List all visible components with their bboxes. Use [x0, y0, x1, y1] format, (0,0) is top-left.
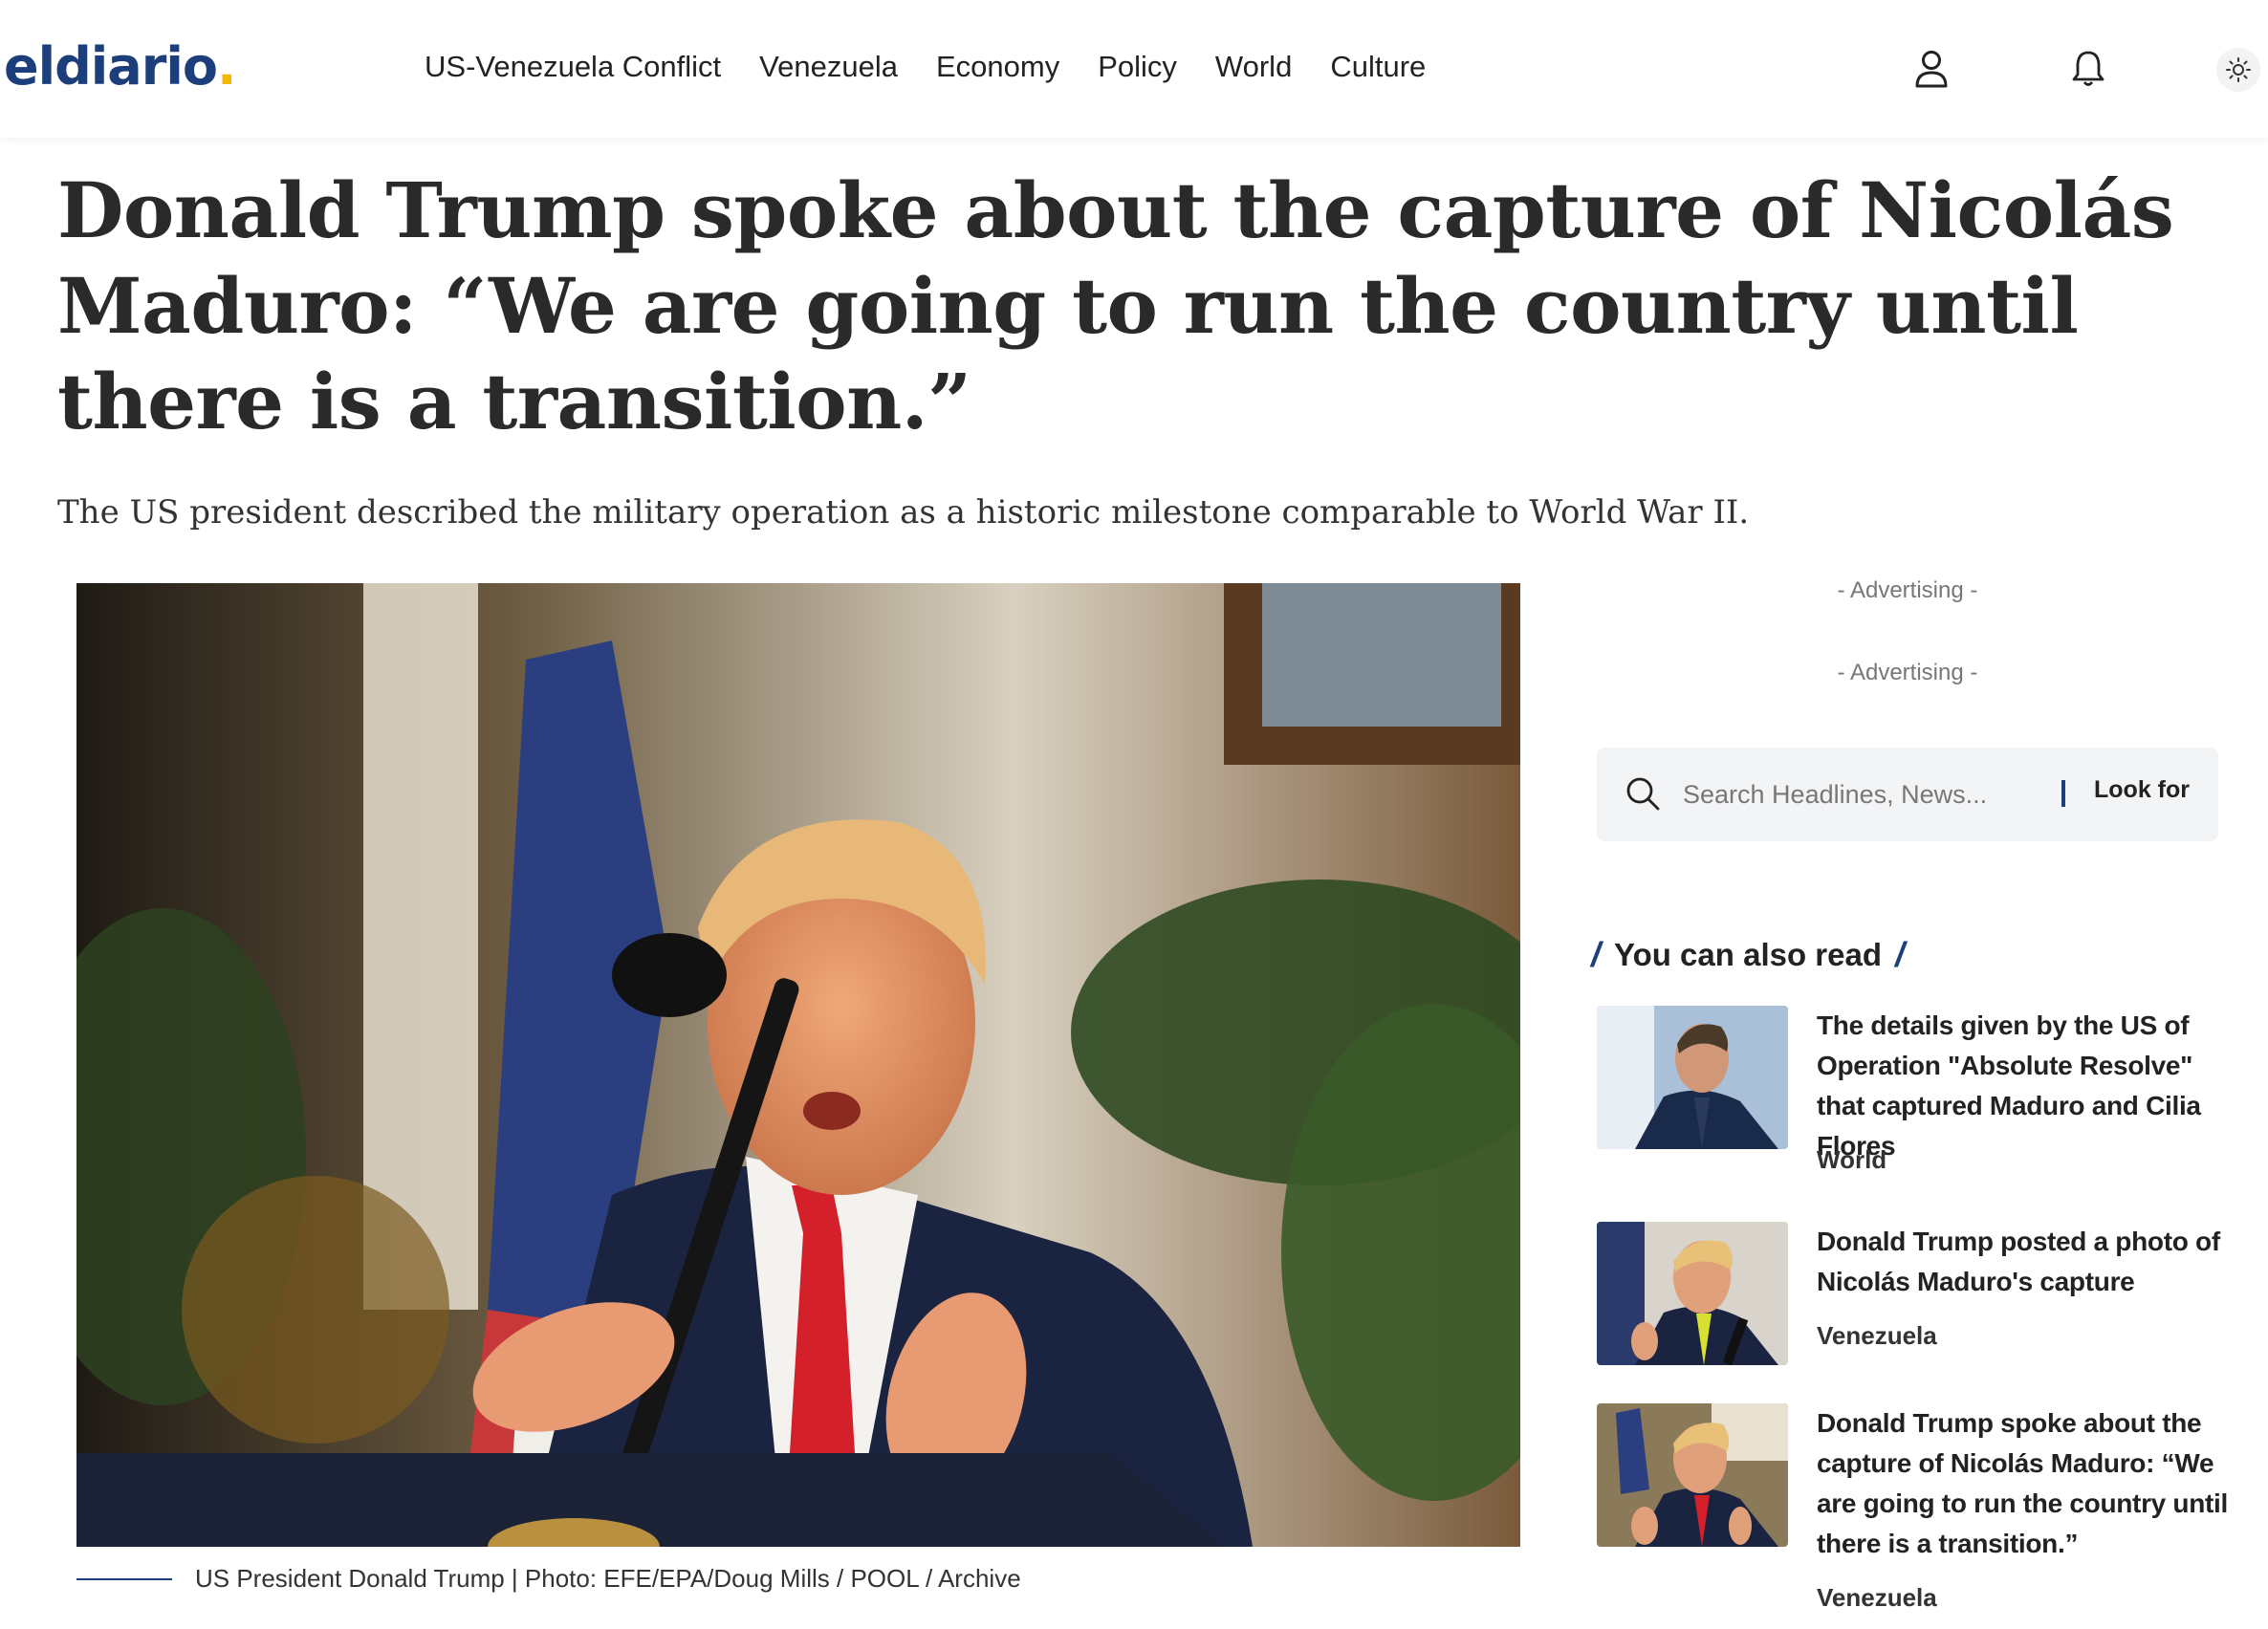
advertising-label: - Advertising - — [1837, 660, 1978, 685]
article-main-photo — [76, 583, 1520, 1547]
nav-item-economy[interactable]: Economy — [936, 50, 1059, 84]
photo-caption: US President Donald Trump | Photo: EFE/E… — [76, 1564, 1021, 1594]
related-article-thumbnail[interactable] — [1597, 1222, 1788, 1365]
search-icon — [1626, 777, 1660, 811]
related-article-title[interactable]: The details given by the US of Operation… — [1817, 1006, 2228, 1166]
nav-item-venezuela[interactable]: Venezuela — [759, 50, 898, 84]
nav-item-us-venezuela-conflict[interactable]: US-Venezuela Conflict — [425, 50, 721, 84]
sun-icon — [2226, 57, 2251, 82]
related-article-category[interactable]: Venezuela — [1817, 1583, 1937, 1613]
slash-decoration: / — [1591, 935, 1602, 974]
caption-text: US President Donald Trump | Photo: EFE/E… — [195, 1564, 1021, 1593]
related-article-title[interactable]: Donald Trump spoke about the capture of … — [1817, 1403, 2228, 1564]
related-article-thumbnail[interactable] — [1597, 1403, 1788, 1547]
search-button[interactable]: Look for — [2094, 776, 2190, 804]
nav-item-policy[interactable]: Policy — [1098, 50, 1177, 84]
theme-toggle-button[interactable] — [2216, 48, 2260, 92]
nav-item-culture[interactable]: Culture — [1330, 50, 1426, 84]
related-section-title: / You can also read / — [1591, 935, 1905, 975]
site-header: eldiario. US-Venezuela Conflict Venezuel… — [0, 0, 2268, 138]
related-article-title[interactable]: Donald Trump posted a photo of Nicolás M… — [1817, 1222, 2228, 1302]
caption-divider — [76, 1577, 172, 1580]
logo-text: eldiario — [4, 36, 218, 97]
search-input[interactable] — [1683, 774, 2104, 814]
logo-dot: . — [216, 36, 236, 97]
bell-icon[interactable] — [2067, 46, 2109, 92]
article-subtitle: The US president described the military … — [57, 493, 1750, 532]
site-logo[interactable]: eldiario. — [4, 36, 236, 97]
main-nav: US-Venezuela Conflict Venezuela Economy … — [425, 50, 1426, 84]
related-article-category[interactable]: Venezuela — [1817, 1321, 1937, 1351]
user-icon[interactable] — [1910, 46, 1952, 92]
slash-decoration: / — [1895, 935, 1906, 974]
related-article-thumbnail[interactable] — [1597, 1006, 1788, 1149]
search-separator — [2061, 780, 2065, 807]
advertising-label: - Advertising - — [1837, 577, 1978, 603]
related-article-category[interactable]: World — [1817, 1145, 1886, 1175]
related-section-label: You can also read — [1614, 937, 1882, 972]
article-headline: Donald Trump spoke about the capture of … — [57, 165, 2174, 446]
nav-item-world[interactable]: World — [1215, 50, 1292, 84]
search-box: Look for — [1597, 748, 2218, 841]
